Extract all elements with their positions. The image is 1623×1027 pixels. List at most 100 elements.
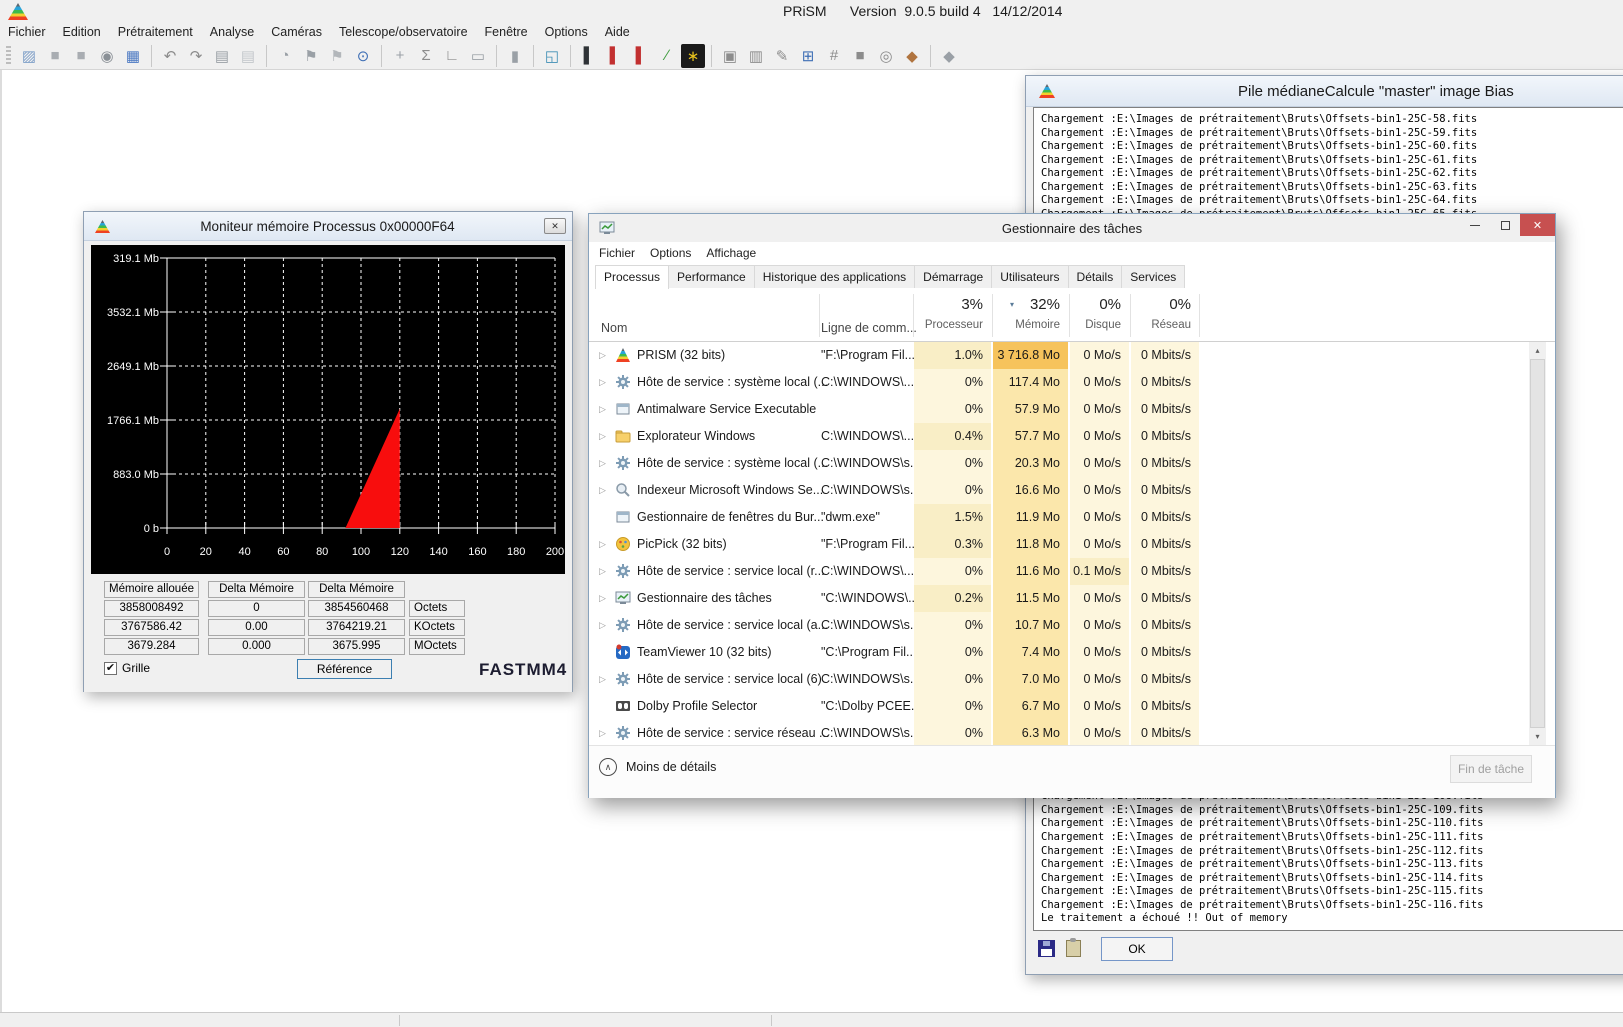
marker2-icon[interactable]: ⚑ <box>325 44 349 68</box>
mem-percent[interactable]: ▾32% <box>993 296 1060 313</box>
menu-telescope-observatoire[interactable]: Telescope/observatoire <box>339 25 468 39</box>
square-icon[interactable]: ■ <box>848 44 872 68</box>
column-header-disk[interactable]: Disque <box>1070 319 1121 331</box>
tab-historique-des-applications[interactable]: Historique des applications <box>754 265 915 288</box>
taskman-menu-options[interactable]: Options <box>650 246 691 260</box>
expand-chevron-icon[interactable]: ▷ <box>599 350 606 361</box>
expand-chevron-icon[interactable]: ▷ <box>599 431 606 442</box>
cpu-percent[interactable]: 3% <box>914 296 983 313</box>
tab-d-tails[interactable]: Détails <box>1068 265 1123 288</box>
close-icon[interactable]: ✕ <box>1520 214 1555 236</box>
axes-icon[interactable]: ∟ <box>440 44 464 68</box>
column-header-name[interactable]: Nom <box>601 321 627 335</box>
battery-icon[interactable]: ▮ <box>503 44 527 68</box>
grid-icon[interactable]: # <box>822 44 846 68</box>
selection-icon[interactable]: ▭ <box>466 44 490 68</box>
expand-chevron-icon[interactable]: ▷ <box>599 404 606 415</box>
calendar-icon[interactable]: ▦ <box>121 44 145 68</box>
column-header-cmd[interactable]: Ligne de comm... <box>821 321 917 335</box>
histogram-red2-icon[interactable]: ▌ <box>603 44 627 68</box>
process-row[interactable]: ▷Hôte de service : service local (r...C:… <box>589 558 1555 585</box>
menu-pr-traitement[interactable]: Prétraitement <box>118 25 193 39</box>
process-row[interactable]: ▷Hôte de service : service réseau ...C:\… <box>589 720 1555 745</box>
copy-log-icon[interactable] <box>1066 940 1081 957</box>
transfer-icon[interactable]: ◱ <box>540 44 564 68</box>
process-row[interactable]: ▷PRISM (32 bits)"F:\Program Fil...1.0%3 … <box>589 342 1555 369</box>
info-icon[interactable]: ◉ <box>95 44 119 68</box>
process-row[interactable]: ▷Hôte de service : service local (6)C:\W… <box>589 666 1555 693</box>
paste-icon[interactable]: ▤ <box>236 44 260 68</box>
tab-performance[interactable]: Performance <box>668 265 755 288</box>
minimize-icon[interactable] <box>1460 214 1490 236</box>
less-details-toggle[interactable]: ∧ Moins de détails <box>599 758 716 776</box>
process-table-header[interactable]: Nom Ligne de comm... 3% Processeur ▾32% … <box>589 288 1555 342</box>
crosshair-icon[interactable]: + <box>388 44 412 68</box>
reference-button[interactable]: Référence <box>297 659 392 679</box>
save-log-icon[interactable] <box>1038 940 1055 957</box>
expand-chevron-icon[interactable]: ▷ <box>599 728 606 739</box>
expand-chevron-icon[interactable]: ▷ <box>599 539 606 550</box>
column-header-net[interactable]: Réseau <box>1131 319 1191 331</box>
tab-services[interactable]: Services <box>1121 265 1185 288</box>
column-header-cpu[interactable]: Processeur <box>914 319 983 331</box>
pen-icon[interactable]: ✎ <box>770 44 794 68</box>
disk-percent[interactable]: 0% <box>1070 296 1121 313</box>
tab-d-marrage[interactable]: Démarrage <box>914 265 992 288</box>
process-row[interactable]: ▷Hôte de service : système local (...C:\… <box>589 450 1555 477</box>
tools-icon[interactable]: ◆ <box>937 44 961 68</box>
grid-checkbox[interactable]: ✔ <box>104 662 117 675</box>
scroll-down-icon[interactable]: ▾ <box>1529 728 1546 745</box>
expand-chevron-icon[interactable]: ▷ <box>599 485 606 496</box>
process-row[interactable]: ▷Gestionnaire des tâches"C:\WINDOWS\...0… <box>589 585 1555 612</box>
expand-chevron-icon[interactable]: ▷ <box>599 377 606 388</box>
menu-options[interactable]: Options <box>545 25 588 39</box>
target-icon[interactable]: ◎ <box>874 44 898 68</box>
telescope-icon[interactable]: ∕ <box>655 44 679 68</box>
scroll-up-icon[interactable]: ▴ <box>1529 342 1546 359</box>
expand-chevron-icon[interactable]: ▷ <box>599 593 606 604</box>
stop2-icon[interactable]: ■ <box>69 44 93 68</box>
tab-utilisateurs[interactable]: Utilisateurs <box>991 265 1068 288</box>
log-window-titlebar[interactable]: Pile médianeCalcule "master" image Bias <box>1026 76 1623 107</box>
starfield-icon[interactable]: ∗ <box>681 44 705 68</box>
expand-chevron-icon[interactable]: ▷ <box>599 674 606 685</box>
end-task-button[interactable]: Fin de tâche <box>1450 755 1532 783</box>
menu-cam-ras[interactable]: Caméras <box>271 25 322 39</box>
taskman-menu-fichier[interactable]: Fichier <box>599 246 635 260</box>
taskman-titlebar[interactable]: Gestionnaire des tâches ✕ <box>589 214 1555 242</box>
process-row[interactable]: ▷PicPick (32 bits)"F:\Program Fil...0.3%… <box>589 531 1555 558</box>
marker-icon[interactable]: ⚑ <box>299 44 323 68</box>
scrollbar[interactable]: ▴ ▾ <box>1529 342 1546 745</box>
process-row[interactable]: ▷Explorateur WindowsC:\WINDOWS\...0.4%57… <box>589 423 1555 450</box>
maximize-icon[interactable] <box>1490 214 1520 236</box>
process-row[interactable]: ▷Antimalware Service Executable0%57.9 Mo… <box>589 396 1555 423</box>
expand-chevron-icon[interactable]: ▷ <box>599 566 606 577</box>
export-icon[interactable]: ◆ <box>900 44 924 68</box>
clock-icon[interactable]: ◔ <box>273 44 297 68</box>
histogram-icon[interactable]: ▌ <box>577 44 601 68</box>
menu-aide[interactable]: Aide <box>605 25 630 39</box>
ok-button[interactable]: OK <box>1101 937 1173 961</box>
process-row[interactable]: ▷Hôte de service : service local (a...C:… <box>589 612 1555 639</box>
scrollbar-thumb[interactable] <box>1530 359 1545 728</box>
grid-blue-icon[interactable]: ⊞ <box>796 44 820 68</box>
memory-window-titlebar[interactable]: Moniteur mémoire Processus 0x00000F64 ✕ <box>84 212 572 241</box>
net-percent[interactable]: 0% <box>1131 296 1191 313</box>
menu-edition[interactable]: Edition <box>63 25 101 39</box>
redo-icon[interactable]: ↷ <box>184 44 208 68</box>
process-row[interactable]: TeamViewer 10 (32 bits)"C:\Program Fil..… <box>589 639 1555 666</box>
histogram-red3-icon[interactable]: ▌ <box>629 44 653 68</box>
stop-icon[interactable]: ■ <box>43 44 67 68</box>
column-header-mem[interactable]: Mémoire <box>993 319 1060 331</box>
sum-icon[interactable]: Σ <box>414 44 438 68</box>
process-row[interactable]: Dolby Profile Selector"C:\Dolby PCEE...0… <box>589 693 1555 720</box>
zoom-icon[interactable]: ⊙ <box>351 44 375 68</box>
expand-chevron-icon[interactable]: ▷ <box>599 620 606 631</box>
undo-icon[interactable]: ↶ <box>158 44 182 68</box>
columns-icon[interactable]: ▥ <box>744 44 768 68</box>
menu-fen-tre[interactable]: Fenêtre <box>485 25 528 39</box>
save-icon[interactable]: ▣ <box>718 44 742 68</box>
expand-chevron-icon[interactable]: ▷ <box>599 458 606 469</box>
process-row[interactable]: ▷Hôte de service : système local (...C:\… <box>589 369 1555 396</box>
menu-analyse[interactable]: Analyse <box>210 25 254 39</box>
